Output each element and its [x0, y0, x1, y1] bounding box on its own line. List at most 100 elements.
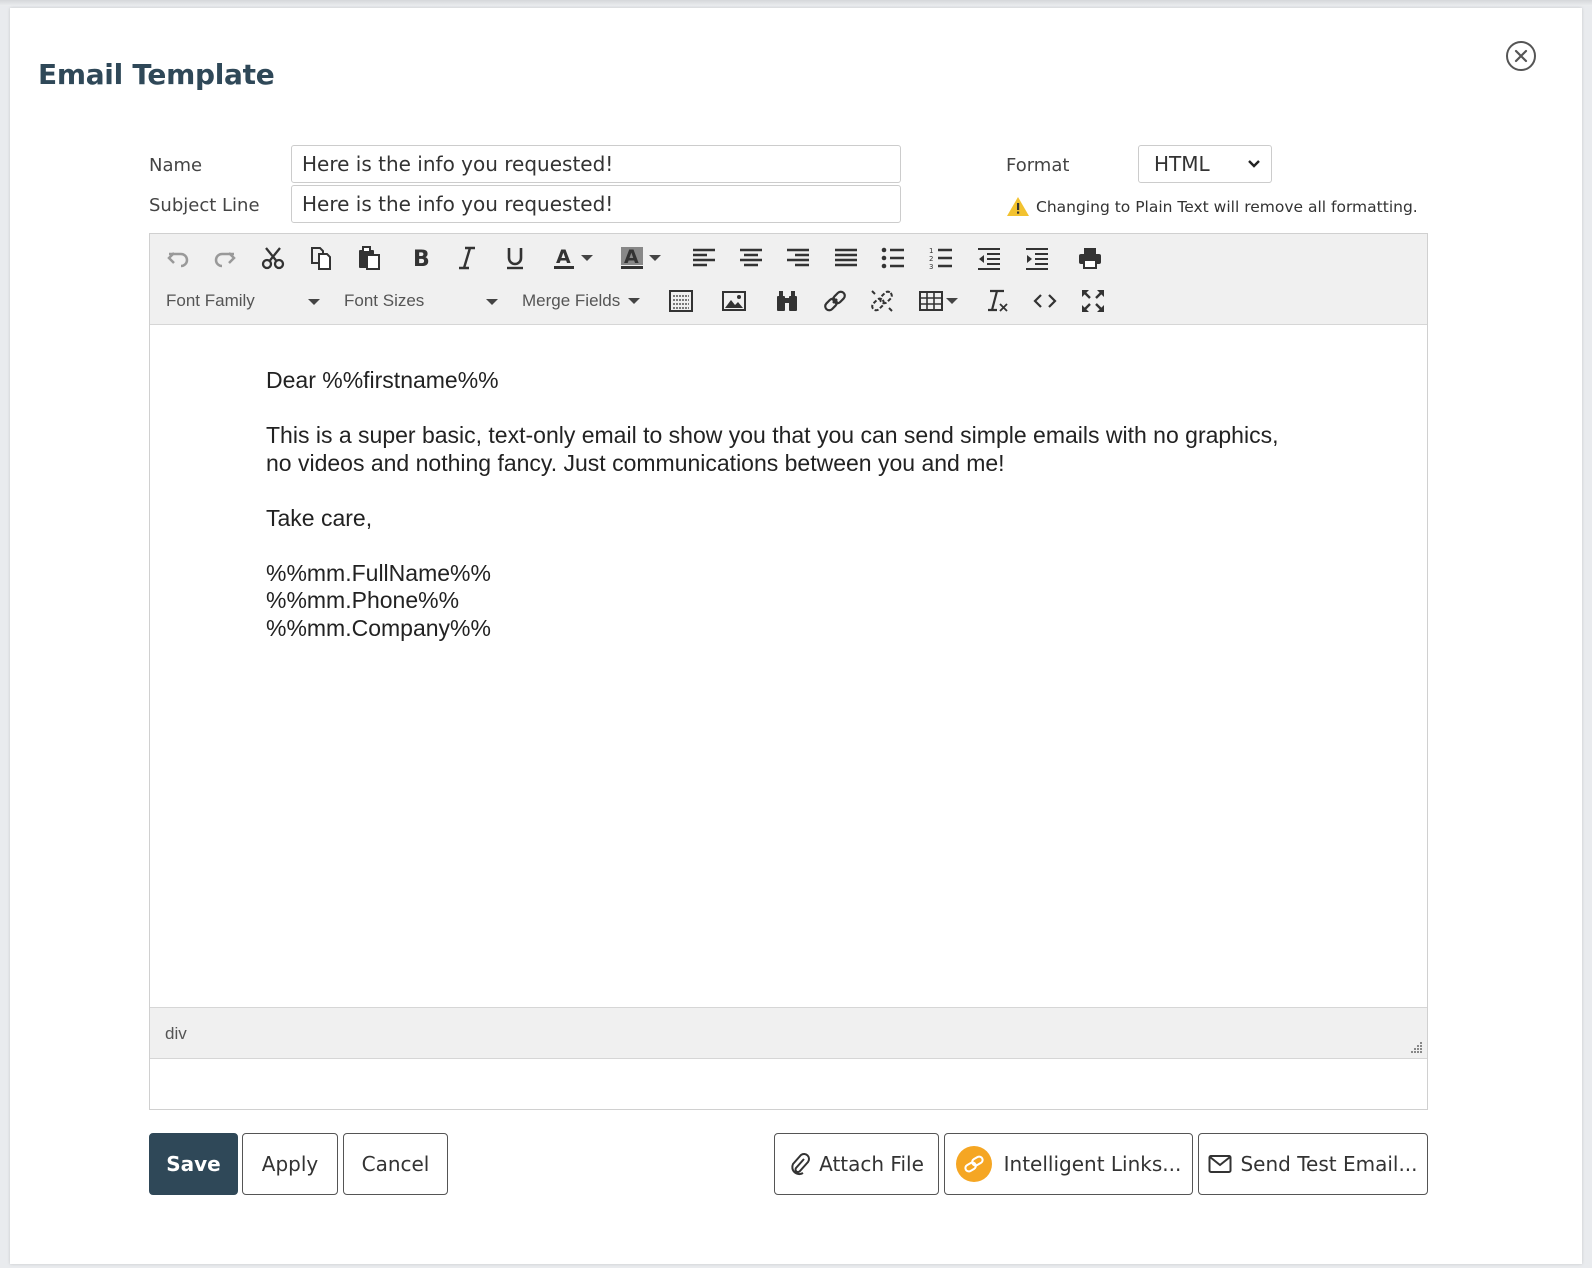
email-template-dialog: Email Template Name Here is the info you… — [10, 8, 1582, 1264]
editor-toolbar: B A A 1 2 3 Font Family Font Sizes Merge… — [150, 234, 1427, 325]
name-input[interactable]: Here is the info you requested! — [291, 145, 901, 183]
svg-text:1: 1 — [929, 247, 933, 255]
warning-icon — [1007, 197, 1029, 216]
save-button[interactable]: Save — [149, 1133, 238, 1195]
dialog-title: Email Template — [38, 58, 275, 91]
merge-fields-label: Merge Fields — [522, 291, 621, 310]
unlink-button[interactable] — [861, 282, 903, 320]
subject-line-label: Subject Line — [149, 195, 260, 216]
font-sizes-dropdown[interactable]: Font Sizes — [344, 286, 504, 316]
align-left-button[interactable] — [683, 239, 725, 277]
window-top-edge — [0, 0, 1592, 6]
resize-handle-icon[interactable] — [1409, 1040, 1423, 1054]
close-button[interactable] — [1506, 41, 1536, 71]
attach-file-button[interactable]: Attach File — [774, 1133, 939, 1195]
element-path[interactable]: div — [165, 1024, 187, 1043]
clear-formatting-icon — [988, 289, 1008, 312]
merge-fields-caret-icon — [628, 298, 641, 304]
underline-button[interactable] — [494, 239, 536, 277]
template-button[interactable] — [660, 282, 702, 320]
merge-fields-dropdown[interactable]: Merge Fields — [522, 286, 652, 316]
bulleted-list-button[interactable] — [872, 239, 914, 277]
font-color-button[interactable]: A — [542, 239, 602, 277]
outdent-button[interactable] — [968, 239, 1010, 277]
undo-icon — [167, 252, 189, 268]
fullscreen-button[interactable] — [1072, 282, 1114, 320]
unlink-icon — [871, 290, 893, 312]
clear-formatting-button[interactable] — [976, 282, 1018, 320]
insert-link-button[interactable] — [814, 282, 856, 320]
signature-fullname: %%mm.FullName%% — [266, 559, 491, 586]
bold-button[interactable]: B — [399, 239, 441, 277]
highlight-color-button[interactable]: A — [610, 239, 670, 277]
image-icon — [722, 291, 746, 311]
font-sizes-label: Font Sizes — [344, 291, 425, 310]
underline-icon — [507, 248, 523, 270]
send-test-email-button[interactable]: Send Test Email... — [1198, 1133, 1428, 1195]
paste-icon — [359, 246, 380, 270]
copy-icon — [311, 247, 331, 270]
align-center-button[interactable] — [730, 239, 772, 277]
redo-icon — [214, 252, 236, 268]
send-test-email-label: Send Test Email... — [1240, 1152, 1418, 1176]
name-label: Name — [149, 155, 203, 176]
indent-icon — [1026, 248, 1048, 270]
numbered-list-button[interactable]: 123 — [920, 239, 962, 277]
editor-content-area[interactable]: Dear %%firstname%% This is a super basic… — [150, 325, 1427, 1007]
italic-button[interactable] — [446, 239, 488, 277]
close-icon — [1514, 49, 1528, 63]
format-select[interactable]: HTML — [1138, 145, 1272, 183]
intelligent-links-button[interactable]: Intelligent Links... — [944, 1133, 1193, 1195]
link-icon — [824, 290, 846, 312]
indent-button[interactable] — [1016, 239, 1058, 277]
font-color-icon: A — [554, 246, 574, 269]
font-family-dropdown[interactable]: Font Family — [166, 286, 326, 316]
format-label: Format — [1006, 155, 1070, 176]
italic-icon — [459, 246, 475, 270]
rich-text-editor: B A A 1 2 3 Font Family Font Sizes Merge… — [149, 233, 1428, 1110]
svg-text:A: A — [556, 246, 571, 268]
chevron-down-icon — [1247, 146, 1261, 195]
cut-icon — [261, 247, 285, 270]
source-code-button[interactable] — [1024, 282, 1066, 320]
subject-line-input[interactable]: Here is the info you requested! — [291, 185, 901, 223]
cut-button[interactable] — [252, 239, 294, 277]
font-color-caret-icon — [581, 255, 593, 261]
closing-line: Take care, — [266, 504, 373, 531]
redo-button[interactable] — [204, 239, 246, 277]
attach-file-label: Attach File — [819, 1152, 924, 1176]
highlight-color-icon: A — [621, 246, 643, 269]
svg-text:B: B — [413, 247, 430, 271]
print-button[interactable] — [1069, 239, 1111, 277]
source-code-icon — [1033, 294, 1057, 308]
bulleted-list-icon — [881, 247, 904, 269]
paste-button[interactable] — [348, 239, 390, 277]
undo-button[interactable] — [157, 239, 199, 277]
justify-button[interactable] — [825, 239, 867, 277]
intelligent-links-label: Intelligent Links... — [1003, 1152, 1182, 1176]
font-sizes-caret-icon — [486, 299, 498, 305]
align-right-button[interactable] — [777, 239, 819, 277]
signature-company: %%mm.Company%% — [266, 614, 491, 641]
table-icon — [919, 291, 943, 311]
highlight-color-caret-icon — [649, 255, 661, 261]
cancel-button[interactable]: Cancel — [343, 1133, 448, 1195]
copy-button[interactable] — [300, 239, 342, 277]
font-family-label: Font Family — [166, 291, 255, 310]
signature-phone: %%mm.Phone%% — [266, 587, 460, 613]
align-center-icon — [740, 248, 762, 267]
svg-text:A: A — [624, 246, 639, 268]
paperclip-icon — [791, 1153, 811, 1176]
align-left-icon — [693, 248, 715, 267]
numbered-list-icon: 123 — [929, 247, 952, 271]
justify-icon — [835, 248, 857, 267]
insert-image-button[interactable] — [713, 282, 755, 320]
svg-text:3: 3 — [929, 263, 933, 271]
find-button[interactable] — [766, 282, 808, 320]
align-right-icon — [787, 248, 809, 267]
apply-button[interactable]: Apply — [242, 1133, 338, 1195]
font-family-caret-icon — [308, 299, 320, 305]
format-select-value: HTML — [1154, 152, 1210, 176]
greeting-line: Dear %%firstname%% — [266, 367, 499, 393]
table-button[interactable] — [910, 282, 966, 320]
